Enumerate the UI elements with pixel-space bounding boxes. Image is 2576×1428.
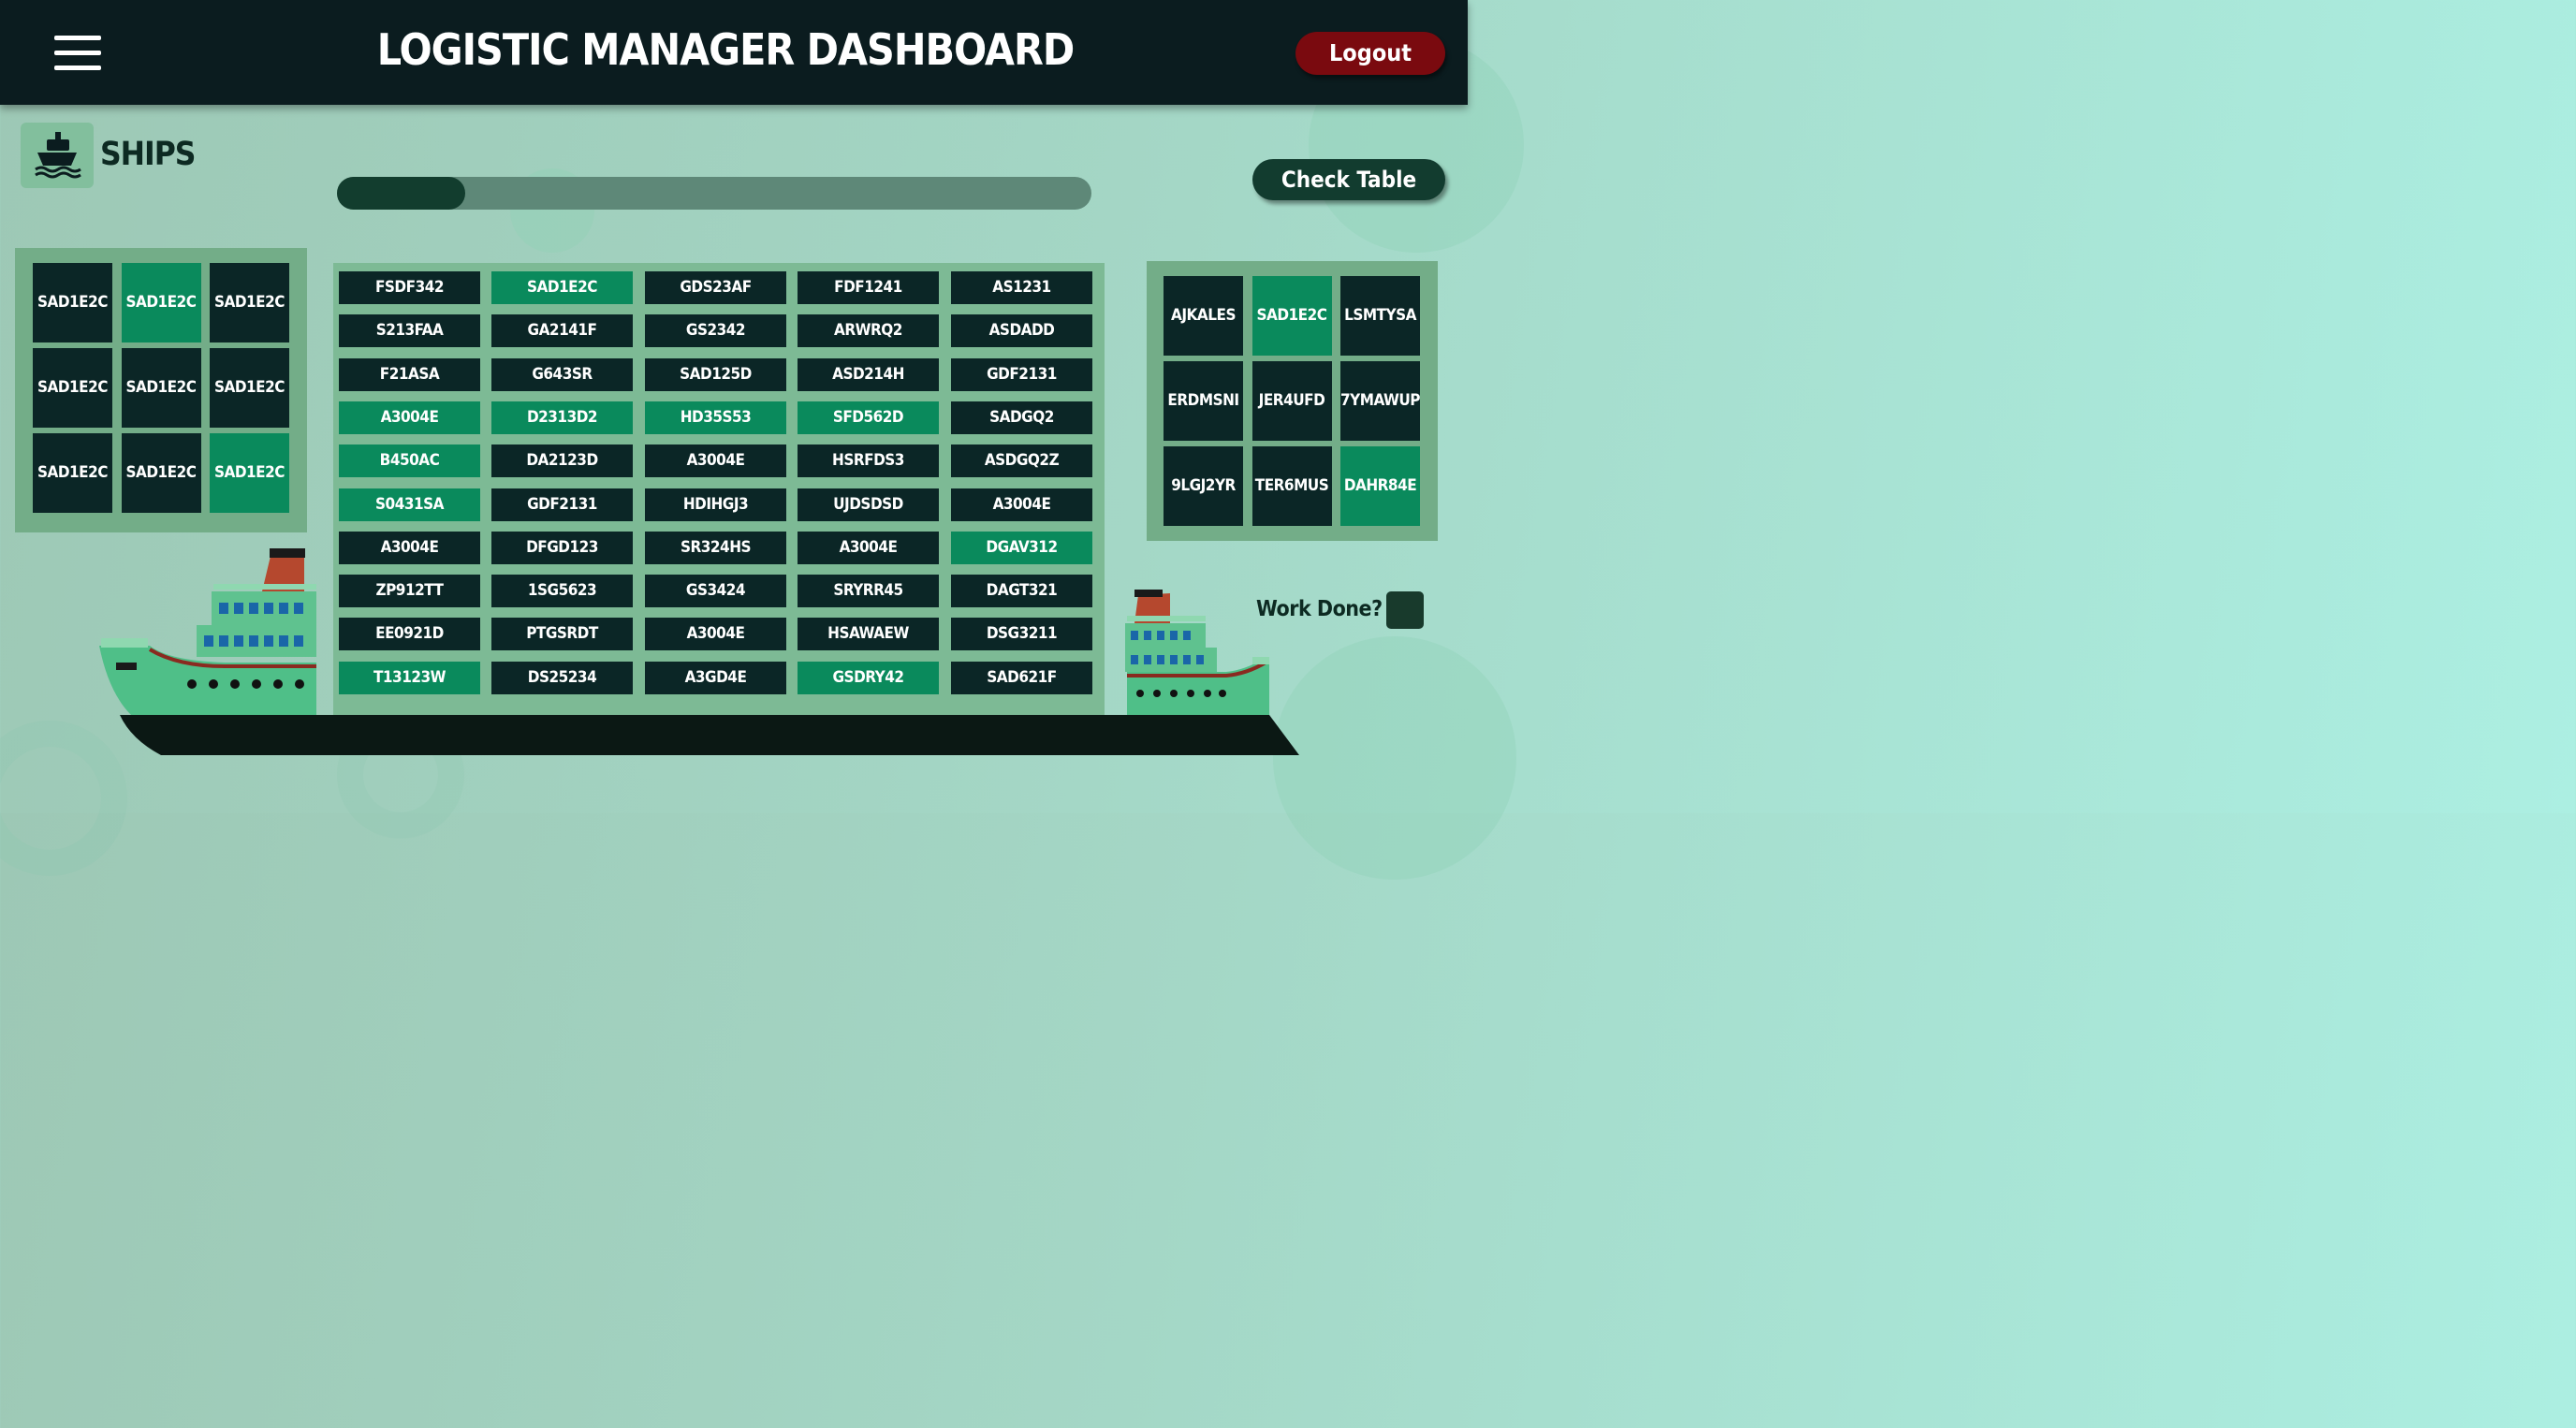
ship-bay-slot[interactable]: ARWRQ2 (798, 314, 939, 348)
ship-bay-slot[interactable]: B450AC (339, 444, 480, 478)
ship-bay-slot[interactable]: G643SR (491, 357, 633, 391)
ship-bay-slot[interactable]: PTGSRDT (491, 618, 633, 651)
right-grid-cell[interactable]: JER4UFD (1251, 361, 1332, 441)
ship-bay-slot[interactable]: A3004E (951, 488, 1092, 521)
ship-bay-slot[interactable]: UJDSDSD (798, 488, 939, 521)
ship-bay-slot[interactable]: DSG3211 (951, 618, 1092, 651)
ship-bay-slot[interactable]: A3004E (645, 444, 786, 478)
ship-bay-slot[interactable]: HSAWAEW (798, 618, 939, 651)
work-done-label: Work Done? (1256, 597, 1383, 621)
ship-bay-slot[interactable]: GDS23AF (645, 271, 786, 304)
right-grid-cell[interactable]: 9LGJ2YR (1164, 446, 1243, 526)
ship-bay-slot[interactable]: F21ASA (339, 357, 480, 391)
right-grid-cell[interactable]: ERDMSNI (1164, 361, 1243, 441)
left-grid-cell[interactable]: SAD1E2C (121, 433, 201, 513)
right-grid-cell[interactable]: DAHR84E (1340, 446, 1420, 526)
right-grid-cell[interactable]: TER6MUS (1251, 446, 1332, 526)
right-grid-cell[interactable]: SAD1E2C (1251, 276, 1332, 356)
ship-bay-slot[interactable]: A3004E (339, 401, 480, 434)
ship-bay-slot[interactable]: GS2342 (645, 314, 786, 348)
ship-bay-slot[interactable]: D2313D2 (491, 401, 633, 434)
ship-bay-slot[interactable]: SAD621F (951, 661, 1092, 694)
ship-bay-slot[interactable]: FSDF342 (339, 271, 480, 304)
ship-bay-slot[interactable]: GDF2131 (491, 488, 633, 521)
ship-bay-slot[interactable]: EE0921D (339, 618, 480, 651)
ship-bay-slot[interactable]: HSRFDS3 (798, 444, 939, 478)
ship-bay-slot[interactable]: ZP912TT (339, 575, 480, 608)
left-grid-cell[interactable]: SAD1E2C (33, 348, 112, 428)
ship-bay-slot[interactable]: DS25234 (491, 661, 633, 694)
ship-bay-slot[interactable]: SAD125D (645, 357, 786, 391)
left-grid-cell[interactable]: SAD1E2C (121, 348, 201, 428)
right-grid-cell[interactable]: 7YMAWUP (1340, 361, 1421, 441)
right-grid-cell[interactable]: AJKALES (1164, 276, 1243, 356)
ship-bay-slot[interactable]: A3004E (339, 531, 480, 564)
ship-bay-slot[interactable]: ASD214H (798, 357, 939, 391)
left-grid-cell[interactable]: SAD1E2C (210, 433, 289, 513)
ship-bay-slot[interactable]: SADGQ2 (951, 401, 1092, 434)
ship-bay-slot[interactable]: ASDADD (951, 314, 1092, 348)
left-grid-cell[interactable]: SAD1E2C (210, 348, 289, 428)
ship-bay-slot[interactable]: SFD562D (798, 401, 939, 434)
barge-deck (120, 715, 1299, 755)
ship-bay-slot[interactable]: HD35S53 (645, 401, 786, 434)
ship-bay-slot[interactable]: HDIHGJ3 (645, 488, 786, 521)
ship-bay-slot[interactable]: A3004E (645, 618, 786, 651)
left-grid-cell[interactable]: SAD1E2C (121, 263, 201, 342)
ship-bay-slot[interactable]: DGAV312 (951, 531, 1092, 564)
work-done-checkbox[interactable] (1386, 591, 1424, 629)
ship-bay-slot[interactable]: GS3424 (645, 575, 786, 608)
ship-bay-slot[interactable]: 1SG5623 (491, 575, 633, 608)
ship-bay-slot[interactable]: S0431SA (339, 488, 480, 521)
ship-bay-slot[interactable]: FDF1241 (798, 271, 939, 304)
ship-bay-slot[interactable]: SRYRR45 (798, 575, 939, 608)
left-grid-cell[interactable]: SAD1E2C (33, 433, 112, 513)
ship-bay-slot[interactable]: ASDGQ2Z (951, 444, 1092, 478)
ship-bay-slot[interactable]: SAD1E2C (491, 271, 633, 304)
ship-bay-slot[interactable]: T13123W (339, 661, 480, 694)
left-container-grid: SAD1E2C SAD1E2C SAD1E2C SAD1E2C SAD1E2C SAD1E… (15, 248, 307, 532)
ship-bay-slot[interactable]: SR324HS (645, 531, 786, 564)
ship-bay-slot[interactable]: DAGT321 (951, 575, 1092, 608)
ship-bay-slot[interactable]: A3GD4E (645, 661, 786, 694)
ship-bay-slot[interactable]: AS1231 (951, 271, 1092, 304)
ship-bay-slot[interactable]: GSDRY42 (798, 661, 939, 694)
left-grid-cell[interactable]: SAD1E2C (33, 263, 112, 342)
ship-bay-slot[interactable]: DA2123D (491, 444, 633, 478)
ship-bay-slot[interactable]: A3004E (798, 531, 939, 564)
ship-bay-slot[interactable]: GA2141F (491, 314, 633, 348)
ship-bay-slot[interactable]: S213FAA (339, 314, 480, 348)
ship-bay-slot[interactable]: DFGD123 (491, 531, 633, 564)
right-ship-illustration (1125, 590, 1269, 715)
left-ship-illustration (99, 548, 316, 715)
right-container-grid: AJKALES SAD1E2C LSMTYSA ERDMSNI JER4UFD 7YMAW… (1147, 261, 1438, 541)
ship-bay-grid: FSDF342 SAD1E2C GDS23AF FDF1241 AS1231 S213FA… (333, 263, 1105, 715)
left-grid-cell[interactable]: SAD1E2C (210, 263, 289, 342)
right-grid-cell[interactable]: LSMTYSA (1340, 276, 1420, 356)
ship-bay-slot[interactable]: GDF2131 (951, 357, 1092, 391)
